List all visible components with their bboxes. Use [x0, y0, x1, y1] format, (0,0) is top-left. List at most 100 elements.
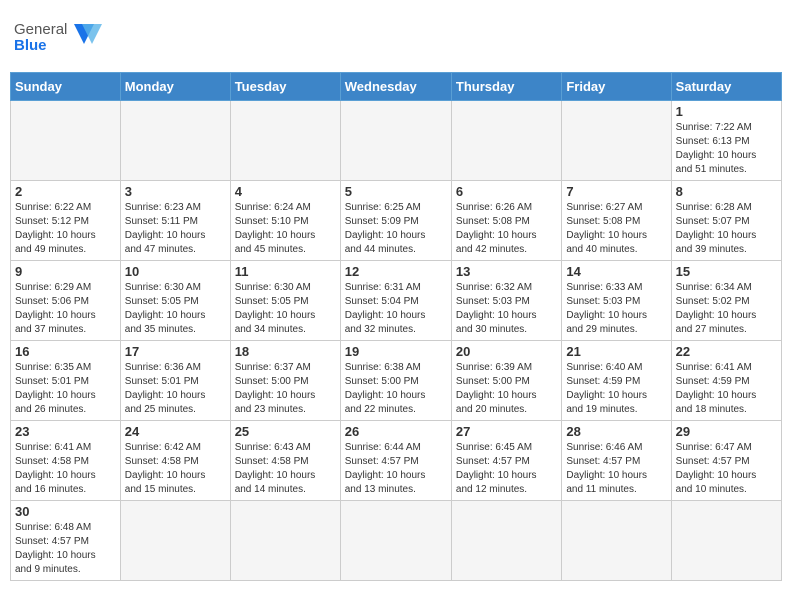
calendar-cell: 11 Sunrise: 6:30 AM Sunset: 5:05 PM Dayli…	[230, 261, 340, 341]
day-info: Sunrise: 6:40 AM Sunset: 4:59 PM Dayligh…	[566, 361, 666, 417]
calendar-cell: 13Sunrise: 6:32 AM Sunset: 5:03 PM Dayli…	[451, 261, 561, 341]
day-number: 30	[15, 504, 116, 519]
calendar-cell: 1Sunrise: 7:22 AM Sunset: 6:13 PM Daylig…	[671, 101, 781, 181]
calendar-cell	[230, 101, 340, 181]
calendar-cell: 28Sunrise: 6:46 AM Sunset: 4:57 PM Dayli…	[562, 421, 671, 501]
day-info: Sunrise: 6:42 AM Sunset: 4:58 PM Dayligh…	[125, 441, 226, 497]
calendar-cell: 21 Sunrise: 6:40 AM Sunset: 4:59 PM Dayli…	[562, 341, 671, 421]
day-number: 11	[235, 264, 336, 279]
calendar-cell: 8 Sunrise: 6:28 AM Sunset: 5:07 PM Daylig…	[671, 181, 781, 261]
weekday-header-tuesday: Tuesday	[230, 73, 340, 101]
day-info: Sunrise: 6:32 AM Sunset: 5:03 PM Dayligh…	[456, 281, 557, 337]
calendar-cell	[562, 101, 671, 181]
day-number: 7	[566, 184, 666, 199]
day-info: Sunrise: 6:33 AM Sunset: 5:03 PM Dayligh…	[566, 281, 666, 337]
calendar-cell	[11, 101, 121, 181]
day-number: 4	[235, 184, 336, 199]
day-number: 16	[15, 344, 116, 359]
weekday-header-saturday: Saturday	[671, 73, 781, 101]
calendar-cell: 16 Sunrise: 6:35 AM Sunset: 5:01 PM Dayli…	[11, 341, 121, 421]
calendar-table: SundayMondayTuesdayWednesdayThursdayFrid…	[10, 72, 782, 581]
calendar-week-row: 30 Sunrise: 6:48 AM Sunset: 4:57 PM Dayli…	[11, 501, 782, 581]
calendar-cell: 24 Sunrise: 6:42 AM Sunset: 4:58 PM Dayli…	[120, 421, 230, 501]
calendar-cell: 29 Sunrise: 6:47 AM Sunset: 4:57 PM Dayli…	[671, 421, 781, 501]
calendar-week-row: 2Sunrise: 6:22 AM Sunset: 5:12 PM Daylig…	[11, 181, 782, 261]
day-number: 8	[676, 184, 777, 199]
calendar-cell: 2Sunrise: 6:22 AM Sunset: 5:12 PM Daylig…	[11, 181, 121, 261]
calendar-cell	[451, 501, 561, 581]
calendar-cell	[340, 501, 451, 581]
calendar-cell: 4 Sunrise: 6:24 AM Sunset: 5:10 PM Daylig…	[230, 181, 340, 261]
weekday-header-sunday: Sunday	[11, 73, 121, 101]
day-info: Sunrise: 6:44 AM Sunset: 4:57 PM Dayligh…	[345, 441, 447, 497]
day-number: 1	[676, 104, 777, 119]
day-number: 28	[566, 424, 666, 439]
day-info: Sunrise: 6:47 AM Sunset: 4:57 PM Dayligh…	[676, 441, 777, 497]
calendar-cell: 14 Sunrise: 6:33 AM Sunset: 5:03 PM Dayli…	[562, 261, 671, 341]
svg-text:Blue: Blue	[14, 37, 47, 54]
day-info: Sunrise: 6:35 AM Sunset: 5:01 PM Dayligh…	[15, 361, 116, 417]
calendar-week-row: 16 Sunrise: 6:35 AM Sunset: 5:01 PM Dayli…	[11, 341, 782, 421]
day-number: 9	[15, 264, 116, 279]
calendar-header-row: SundayMondayTuesdayWednesdayThursdayFrid…	[11, 73, 782, 101]
day-number: 21	[566, 344, 666, 359]
day-number: 19	[345, 344, 447, 359]
day-number: 15	[676, 264, 777, 279]
calendar-cell: 15 Sunrise: 6:34 AM Sunset: 5:02 PM Dayli…	[671, 261, 781, 341]
generalblue-logo-svg: General Blue	[14, 14, 104, 64]
day-info: Sunrise: 6:27 AM Sunset: 5:08 PM Dayligh…	[566, 201, 666, 257]
calendar-cell: 3 Sunrise: 6:23 AM Sunset: 5:11 PM Daylig…	[120, 181, 230, 261]
day-info: Sunrise: 6:31 AM Sunset: 5:04 PM Dayligh…	[345, 281, 447, 337]
calendar-cell	[451, 101, 561, 181]
calendar-cell: 9 Sunrise: 6:29 AM Sunset: 5:06 PM Daylig…	[11, 261, 121, 341]
day-info: Sunrise: 6:34 AM Sunset: 5:02 PM Dayligh…	[676, 281, 777, 337]
calendar-cell	[120, 101, 230, 181]
day-info: Sunrise: 6:41 AM Sunset: 4:58 PM Dayligh…	[15, 441, 116, 497]
calendar-cell: 27Sunrise: 6:45 AM Sunset: 4:57 PM Dayli…	[451, 421, 561, 501]
calendar-week-row: 9 Sunrise: 6:29 AM Sunset: 5:06 PM Daylig…	[11, 261, 782, 341]
day-info: Sunrise: 6:24 AM Sunset: 5:10 PM Dayligh…	[235, 201, 336, 257]
header: General Blue	[10, 10, 782, 64]
calendar-cell: 17Sunrise: 6:36 AM Sunset: 5:01 PM Dayli…	[120, 341, 230, 421]
day-info: Sunrise: 6:43 AM Sunset: 4:58 PM Dayligh…	[235, 441, 336, 497]
day-info: Sunrise: 6:30 AM Sunset: 5:05 PM Dayligh…	[125, 281, 226, 337]
day-number: 3	[125, 184, 226, 199]
weekday-header-friday: Friday	[562, 73, 671, 101]
day-info: Sunrise: 6:28 AM Sunset: 5:07 PM Dayligh…	[676, 201, 777, 257]
calendar-cell: 26Sunrise: 6:44 AM Sunset: 4:57 PM Dayli…	[340, 421, 451, 501]
calendar-week-row: 1Sunrise: 7:22 AM Sunset: 6:13 PM Daylig…	[11, 101, 782, 181]
day-info: Sunrise: 6:29 AM Sunset: 5:06 PM Dayligh…	[15, 281, 116, 337]
day-number: 24	[125, 424, 226, 439]
calendar-cell	[340, 101, 451, 181]
day-info: Sunrise: 6:48 AM Sunset: 4:57 PM Dayligh…	[15, 521, 116, 577]
day-number: 14	[566, 264, 666, 279]
calendar-cell: 6Sunrise: 6:26 AM Sunset: 5:08 PM Daylig…	[451, 181, 561, 261]
logo: General Blue	[14, 14, 104, 64]
calendar-cell: 23Sunrise: 6:41 AM Sunset: 4:58 PM Dayli…	[11, 421, 121, 501]
calendar-cell	[230, 501, 340, 581]
day-info: Sunrise: 6:30 AM Sunset: 5:05 PM Dayligh…	[235, 281, 336, 337]
weekday-header-thursday: Thursday	[451, 73, 561, 101]
day-number: 29	[676, 424, 777, 439]
day-number: 5	[345, 184, 447, 199]
calendar-cell: 18Sunrise: 6:37 AM Sunset: 5:00 PM Dayli…	[230, 341, 340, 421]
calendar-cell: 22 Sunrise: 6:41 AM Sunset: 4:59 PM Dayli…	[671, 341, 781, 421]
calendar-cell: 20Sunrise: 6:39 AM Sunset: 5:00 PM Dayli…	[451, 341, 561, 421]
calendar-cell	[562, 501, 671, 581]
calendar-cell: 19 Sunrise: 6:38 AM Sunset: 5:00 PM Dayli…	[340, 341, 451, 421]
day-number: 27	[456, 424, 557, 439]
day-number: 22	[676, 344, 777, 359]
calendar-cell: 12Sunrise: 6:31 AM Sunset: 5:04 PM Dayli…	[340, 261, 451, 341]
day-info: Sunrise: 6:41 AM Sunset: 4:59 PM Dayligh…	[676, 361, 777, 417]
calendar-cell	[671, 501, 781, 581]
day-number: 20	[456, 344, 557, 359]
day-info: Sunrise: 6:38 AM Sunset: 5:00 PM Dayligh…	[345, 361, 447, 417]
day-number: 25	[235, 424, 336, 439]
day-number: 2	[15, 184, 116, 199]
calendar-cell: 7 Sunrise: 6:27 AM Sunset: 5:08 PM Daylig…	[562, 181, 671, 261]
day-info: Sunrise: 6:25 AM Sunset: 5:09 PM Dayligh…	[345, 201, 447, 257]
day-info: Sunrise: 6:23 AM Sunset: 5:11 PM Dayligh…	[125, 201, 226, 257]
calendar-cell: 30 Sunrise: 6:48 AM Sunset: 4:57 PM Dayli…	[11, 501, 121, 581]
calendar-cell: 25 Sunrise: 6:43 AM Sunset: 4:58 PM Dayli…	[230, 421, 340, 501]
day-number: 10	[125, 264, 226, 279]
